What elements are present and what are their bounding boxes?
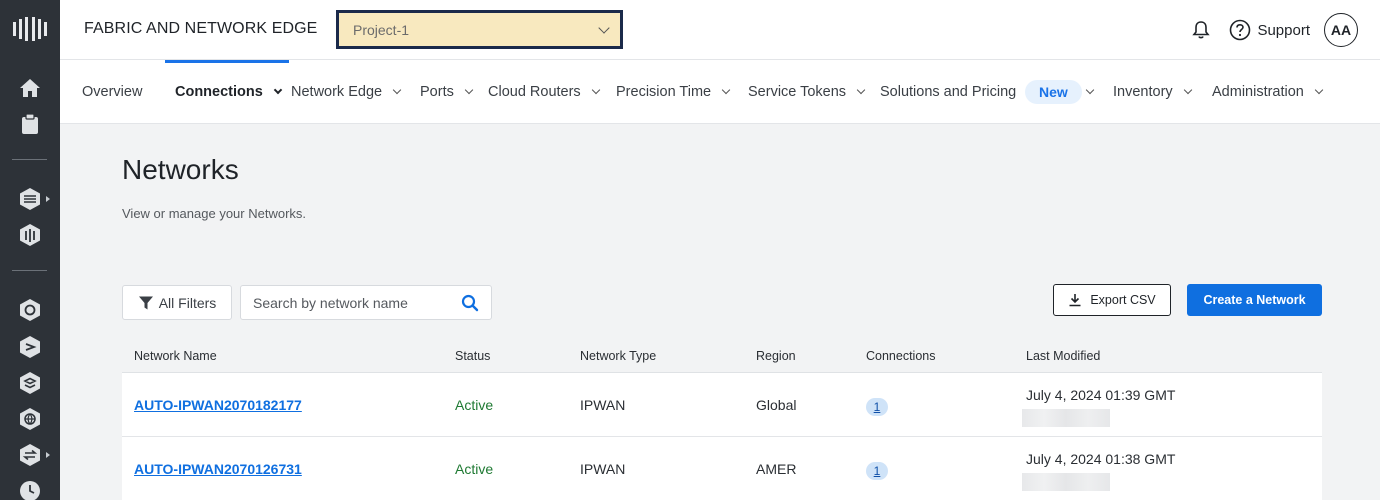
transfer-icon[interactable] (18, 443, 42, 467)
download-icon (1069, 294, 1081, 307)
last-modified: July 4, 2024 01:39 GMT (1026, 387, 1176, 403)
column-header[interactable]: Last Modified (1026, 349, 1100, 363)
main-nav: Overview Connections Network Edge Ports … (60, 60, 1380, 124)
chevron-down-icon (1085, 85, 1095, 95)
help-circle-icon (1230, 19, 1251, 41)
network-type: IPWAN (580, 397, 626, 413)
nav-item-cloud-routers[interactable]: Cloud Routers (488, 60, 600, 124)
status-text: Active (455, 461, 494, 477)
layers-icon[interactable] (18, 371, 42, 395)
column-header[interactable]: Region (756, 349, 796, 363)
page-subtitle: View or manage your Networks. (122, 206, 307, 221)
bell-icon[interactable] (1191, 20, 1211, 40)
nav-item-solutions-and-pricing[interactable]: Solutions and Pricing (880, 60, 1016, 124)
nav-item-label: Inventory (1113, 84, 1173, 100)
chevron-down-icon (273, 85, 283, 95)
network-name-link[interactable]: AUTO-IPWAN2070126731 (134, 461, 302, 477)
region: AMER (756, 461, 797, 477)
nav-item-label: Cloud Routers (488, 84, 581, 100)
filter-icon (138, 296, 153, 309)
nav-item-label: Network Edge (291, 84, 383, 100)
clock-icon[interactable] (18, 479, 42, 500)
chevron-down-icon (1183, 85, 1192, 95)
region: Global (756, 397, 797, 413)
equinix-logo-icon[interactable] (12, 17, 48, 41)
chevron-down-icon (1314, 85, 1324, 95)
last-modified: July 4, 2024 01:38 GMT (1026, 451, 1176, 467)
support-label: Support (1257, 21, 1310, 39)
redacted-user (1022, 473, 1110, 491)
new-badge[interactable]: New (1025, 80, 1082, 104)
networks-table: Network Name Status Network Type Region … (122, 340, 1322, 500)
metal-icon[interactable] (18, 223, 42, 247)
status-text: Active (455, 397, 494, 413)
column-header[interactable]: Status (455, 349, 490, 363)
header-actions: Support AA (1191, 13, 1358, 47)
network-edge-icon[interactable] (18, 187, 42, 211)
all-filters-label: All Filters (158, 294, 217, 311)
connections-count-badge[interactable]: 1 (866, 462, 888, 480)
nav-item-label: Connections (175, 84, 263, 100)
project-select[interactable]: Project-1 (336, 10, 623, 49)
table-row: AUTO-IPWAN2070182177 Active IPWAN Global… (122, 373, 1322, 437)
nav-item-label: Ports (420, 84, 454, 100)
home-icon[interactable] (18, 76, 42, 100)
create-network-button[interactable]: Create a Network (1187, 284, 1322, 316)
chevron-down-icon (721, 85, 731, 95)
chevron-down-icon (591, 85, 600, 95)
connections-count-badge[interactable]: 1 (866, 398, 888, 416)
redacted-user (1022, 409, 1110, 427)
nav-item-label: Administration (1212, 84, 1304, 100)
expand-caret-icon[interactable] (46, 452, 50, 458)
page-title: Networks (122, 154, 239, 185)
expand-caret-icon[interactable] (46, 196, 50, 202)
export-csv-button[interactable]: Export CSV (1053, 284, 1171, 316)
cloud-router-icon[interactable] (18, 335, 42, 359)
chevron-down-icon (598, 21, 610, 34)
network-name-link[interactable]: AUTO-IPWAN2070182177 (134, 397, 302, 413)
column-header[interactable]: Network Name (134, 349, 217, 363)
nav-item-overview[interactable]: Overview (82, 60, 142, 124)
column-header[interactable]: Network Type (580, 349, 656, 363)
all-filters-button[interactable]: All Filters (122, 285, 232, 320)
avatar[interactable]: AA (1324, 13, 1358, 47)
rail-divider (12, 270, 47, 271)
nav-item-inventory[interactable]: Inventory (1113, 60, 1192, 124)
project-select-value: Project-1 (353, 21, 410, 38)
export-csv-label: Export CSV (1090, 293, 1156, 307)
globe-icon[interactable] (18, 407, 42, 431)
rail-divider (12, 159, 47, 160)
column-header[interactable]: Connections (866, 349, 936, 363)
app-title: FABRIC AND NETWORK EDGE (84, 20, 318, 37)
search-box (240, 285, 492, 320)
chevron-down-icon (392, 85, 402, 95)
nav-item-administration[interactable]: Administration (1212, 60, 1324, 124)
nav-item-label: Precision Time (616, 84, 712, 100)
nav-item-label: Solutions and Pricing (880, 84, 1017, 100)
support-link[interactable]: Support (1229, 19, 1310, 41)
top-bar: FABRIC AND NETWORK EDGE Project-1 Suppor… (60, 0, 1380, 60)
left-rail (0, 0, 60, 500)
nav-item-precision-time[interactable]: Precision Time (616, 60, 731, 124)
nav-item-label: Overview (82, 84, 143, 100)
chevron-down-icon (856, 85, 866, 95)
nav-item-network-edge[interactable]: Network Edge (291, 60, 402, 124)
table-header: Network Name Status Network Type Region … (122, 340, 1322, 373)
network-type: IPWAN (580, 461, 626, 477)
clipboard-icon[interactable] (18, 112, 42, 136)
search-input[interactable] (253, 286, 453, 319)
table-row: AUTO-IPWAN2070126731 Active IPWAN AMER 1… (122, 437, 1322, 500)
chevron-down-icon (464, 85, 474, 95)
fabric-icon[interactable] (18, 298, 42, 322)
nav-item-connections[interactable]: Connections (165, 60, 289, 124)
nav-item-label: Service Tokens (748, 84, 847, 100)
search-icon[interactable] (461, 294, 479, 312)
nav-item-ports[interactable]: Ports (420, 60, 474, 124)
nav-item-new-menu[interactable] (1083, 60, 1095, 124)
nav-item-service-tokens[interactable]: Service Tokens (748, 60, 866, 124)
